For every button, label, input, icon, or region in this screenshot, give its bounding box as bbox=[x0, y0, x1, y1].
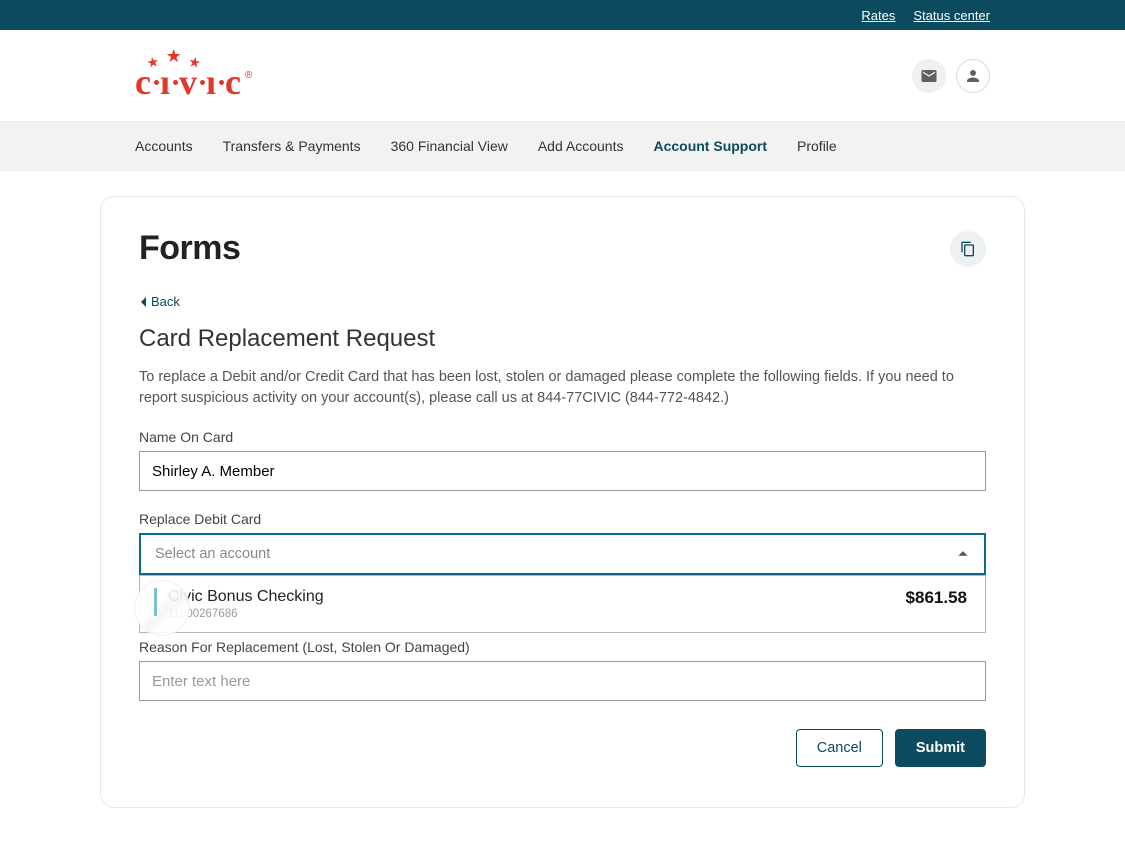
back-link[interactable]: Back bbox=[139, 294, 986, 309]
mail-icon[interactable] bbox=[912, 59, 946, 93]
nav-profile[interactable]: Profile bbox=[797, 138, 837, 154]
nav-accounts[interactable]: Accounts bbox=[135, 138, 193, 154]
chevron-up-icon bbox=[956, 547, 970, 561]
reason-label: Reason For Replacement (Lost, Stolen Or … bbox=[139, 639, 986, 655]
site-header: ★★★ cıvıc ® bbox=[0, 30, 1125, 121]
nav-account-support[interactable]: Account Support bbox=[653, 138, 767, 154]
form-description: To replace a Debit and/or Credit Card th… bbox=[139, 367, 986, 409]
logo-stars-icon: ★★★ bbox=[147, 46, 200, 67]
status-center-link[interactable]: Status center bbox=[913, 8, 990, 23]
form-heading: Card Replacement Request bbox=[139, 325, 986, 353]
account-dropdown: Civic Bonus Checking 11000267686 $861.58 bbox=[139, 575, 986, 633]
top-utility-bar: Rates Status center bbox=[0, 0, 1125, 30]
nav-add-accounts[interactable]: Add Accounts bbox=[538, 138, 624, 154]
primary-nav: Accounts Transfers & Payments 360 Financ… bbox=[0, 121, 1125, 171]
replace-debit-label: Replace Debit Card bbox=[139, 511, 986, 527]
option-account-amount: $861.58 bbox=[906, 588, 967, 608]
nav-transfers[interactable]: Transfers & Payments bbox=[223, 138, 361, 154]
name-on-card-input[interactable] bbox=[139, 451, 986, 491]
page-title: Forms bbox=[139, 229, 240, 268]
rates-link[interactable]: Rates bbox=[861, 8, 895, 23]
back-label: Back bbox=[151, 294, 180, 309]
logo[interactable]: ★★★ cıvıc ® bbox=[135, 48, 252, 103]
cancel-button[interactable]: Cancel bbox=[796, 729, 883, 767]
select-placeholder: Select an account bbox=[155, 546, 270, 562]
account-option[interactable]: Civic Bonus Checking 11000267686 $861.58 bbox=[140, 576, 985, 632]
registered-mark-icon: ® bbox=[243, 48, 252, 81]
chevron-left-icon bbox=[139, 296, 147, 308]
reason-input[interactable] bbox=[139, 661, 986, 701]
name-on-card-label: Name On Card bbox=[139, 429, 986, 445]
account-select[interactable]: Select an account bbox=[139, 533, 986, 575]
option-account-name: Civic Bonus Checking bbox=[168, 588, 324, 606]
copy-icon[interactable] bbox=[950, 231, 986, 267]
profile-icon[interactable] bbox=[956, 59, 990, 93]
forms-card: Forms Back Card Replacement Request To r… bbox=[100, 196, 1025, 808]
submit-button[interactable]: Submit bbox=[895, 729, 986, 767]
option-indicator-icon bbox=[154, 588, 157, 616]
nav-financial[interactable]: 360 Financial View bbox=[391, 138, 508, 154]
option-account-number: 11000267686 bbox=[168, 608, 324, 620]
